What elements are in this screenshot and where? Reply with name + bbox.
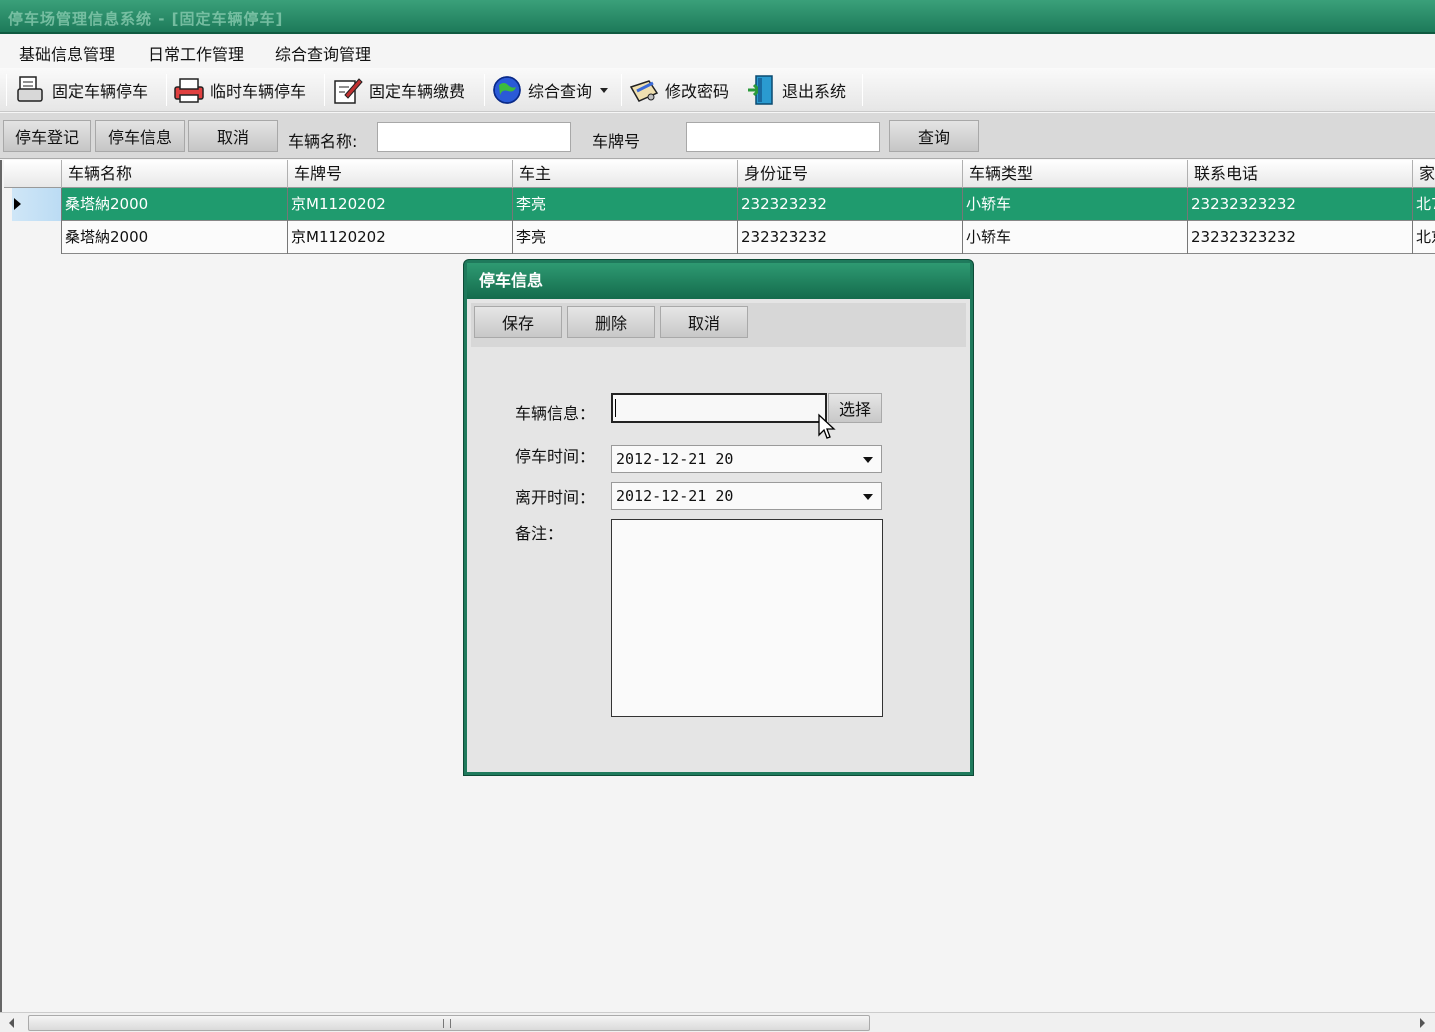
scroll-left-icon[interactable] [9,1018,14,1028]
dropdown-arrow-icon[interactable] [863,494,873,500]
fixed-payment-label: 固定车辆缴费 [369,82,466,101]
search-bar: 停车登记 停车信息 取消 车辆名称: 车牌号 查询 [0,113,1435,159]
grid-header: 车辆名称 车牌号 车主 身份证号 车辆类型 联系电话 家 [4,160,1435,188]
cell-owner: 李亮 [513,188,738,221]
note-textarea[interactable] [611,519,883,717]
cell-vehicle-name: 桑塔納2000 [62,221,288,254]
fixed-parking-label: 固定车辆停车 [52,82,149,101]
window-title: 停车场管理信息系统 - [固定车辆停车] [8,10,284,28]
col-owner[interactable]: 车主 [513,160,738,188]
leave-time-value: 2012-12-21 20 [616,487,734,505]
exit-system-button[interactable]: 退出系统 [744,72,846,108]
cell-vehicle-type: 小轿车 [963,188,1188,221]
cell-id-number: 232323232 [738,221,963,254]
dialog-toolbar: 保存 删除 取消 [471,303,966,347]
dialog-title: 停车信息 [467,263,970,299]
parking-info-dialog: 停车信息 保存 删除 取消 车辆信息： 选择 停车时间： 2012-12-21 … [464,260,973,775]
cancel-button[interactable]: 取消 [188,120,278,152]
col-phone[interactable]: 联系电话 [1188,160,1413,188]
menu-query[interactable]: 综合查询管理 [275,41,371,65]
cell-plate: 京M1120202 [288,188,513,221]
leave-time-picker[interactable]: 2012-12-21 20 [611,482,882,510]
toolbar: 固定车辆停车 临时车辆停车 固定车辆缴费 综合查询 修改密码 退出系统 [0,68,1435,112]
exit-door-icon [748,75,773,105]
vehicle-info-label: 车辆信息： [515,404,596,423]
globe-icon [493,76,521,104]
row-header-corner [4,160,62,188]
fixed-parking-button[interactable]: 固定车辆停车 [14,72,148,108]
table-row[interactable]: 桑塔納2000 京M1120202 李亮 232323232 小轿车 23232… [4,188,1435,221]
leave-time-label: 离开时间： [515,488,596,507]
pen-key-icon [629,80,659,102]
cell-vehicle-name: 桑塔納2000 [62,188,288,221]
cell-owner: 李亮 [513,221,738,254]
chevron-down-icon [600,87,609,93]
vehicle-name-label: 车辆名称: [288,132,358,151]
parking-info-button[interactable]: 停车信息 [95,120,185,152]
cell-home: 北京 [1416,228,1435,246]
dialog-cancel-button[interactable]: 取消 [660,306,748,338]
menu-basic-info[interactable]: 基础信息管理 [19,41,115,65]
query-label: 综合查询 [528,82,593,101]
scrollbar-thumb[interactable] [28,1015,870,1031]
parking-register-button[interactable]: 停车登记 [3,120,91,152]
query-button[interactable]: 查询 [889,120,979,152]
text-caret [615,399,616,417]
vehicle-info-input[interactable] [611,393,827,423]
print-icon [17,76,43,102]
row-indicator[interactable] [4,188,62,221]
table-row[interactable]: 桑塔納2000 京M1120202 李亮 232323232 小轿车 23232… [4,221,1435,254]
park-time-value: 2012-12-21 20 [616,450,734,468]
cell-phone: 23232323232 [1188,188,1413,221]
park-time-label: 停车时间： [515,447,596,466]
cell-vehicle-type: 小轿车 [963,221,1188,254]
title-bar: 停车场管理信息系统 - [固定车辆停车] [0,0,1435,34]
plate-input[interactable] [686,122,880,152]
note-label: 备注： [515,524,564,543]
park-time-picker[interactable]: 2012-12-21 20 [611,445,882,473]
row-indicator[interactable] [4,221,62,254]
change-password-label: 修改密码 [665,82,730,101]
cell-phone: 23232323232 [1188,221,1413,254]
col-home[interactable]: 家 [1413,160,1435,188]
col-plate[interactable]: 车牌号 [288,160,513,188]
temp-parking-button[interactable]: 临时车辆停车 [172,72,306,108]
col-id-number[interactable]: 身份证号 [738,160,963,188]
vehicle-name-input[interactable] [377,122,571,152]
change-password-button[interactable]: 修改密码 [627,72,729,108]
grip-icon [443,1019,451,1028]
edit-document-icon [334,78,363,104]
cell-home: 北7 [1416,195,1435,213]
menu-bar: 基础信息管理 日常工作管理 综合查询管理 [0,34,1435,68]
query-dropdown-button[interactable]: 综合查询 [490,72,609,108]
save-button[interactable]: 保存 [474,306,562,338]
scroll-right-icon[interactable] [1420,1018,1425,1028]
plate-label: 车牌号 [592,132,641,151]
col-vehicle-name[interactable]: 车辆名称 [62,160,288,188]
col-vehicle-type[interactable]: 车辆类型 [963,160,1188,188]
row-pointer-icon [14,198,21,210]
exit-system-label: 退出系统 [782,82,847,101]
horizontal-scrollbar[interactable] [0,1012,1435,1032]
fixed-payment-button[interactable]: 固定车辆缴费 [331,72,465,108]
dropdown-arrow-icon[interactable] [863,457,873,463]
printer-icon [174,78,204,103]
delete-button[interactable]: 删除 [567,306,655,338]
mouse-cursor-icon [818,413,836,439]
cell-id-number: 232323232 [738,188,963,221]
menu-daily-work[interactable]: 日常工作管理 [148,41,244,65]
cell-plate: 京M1120202 [288,221,513,254]
temp-parking-label: 临时车辆停车 [210,82,307,101]
